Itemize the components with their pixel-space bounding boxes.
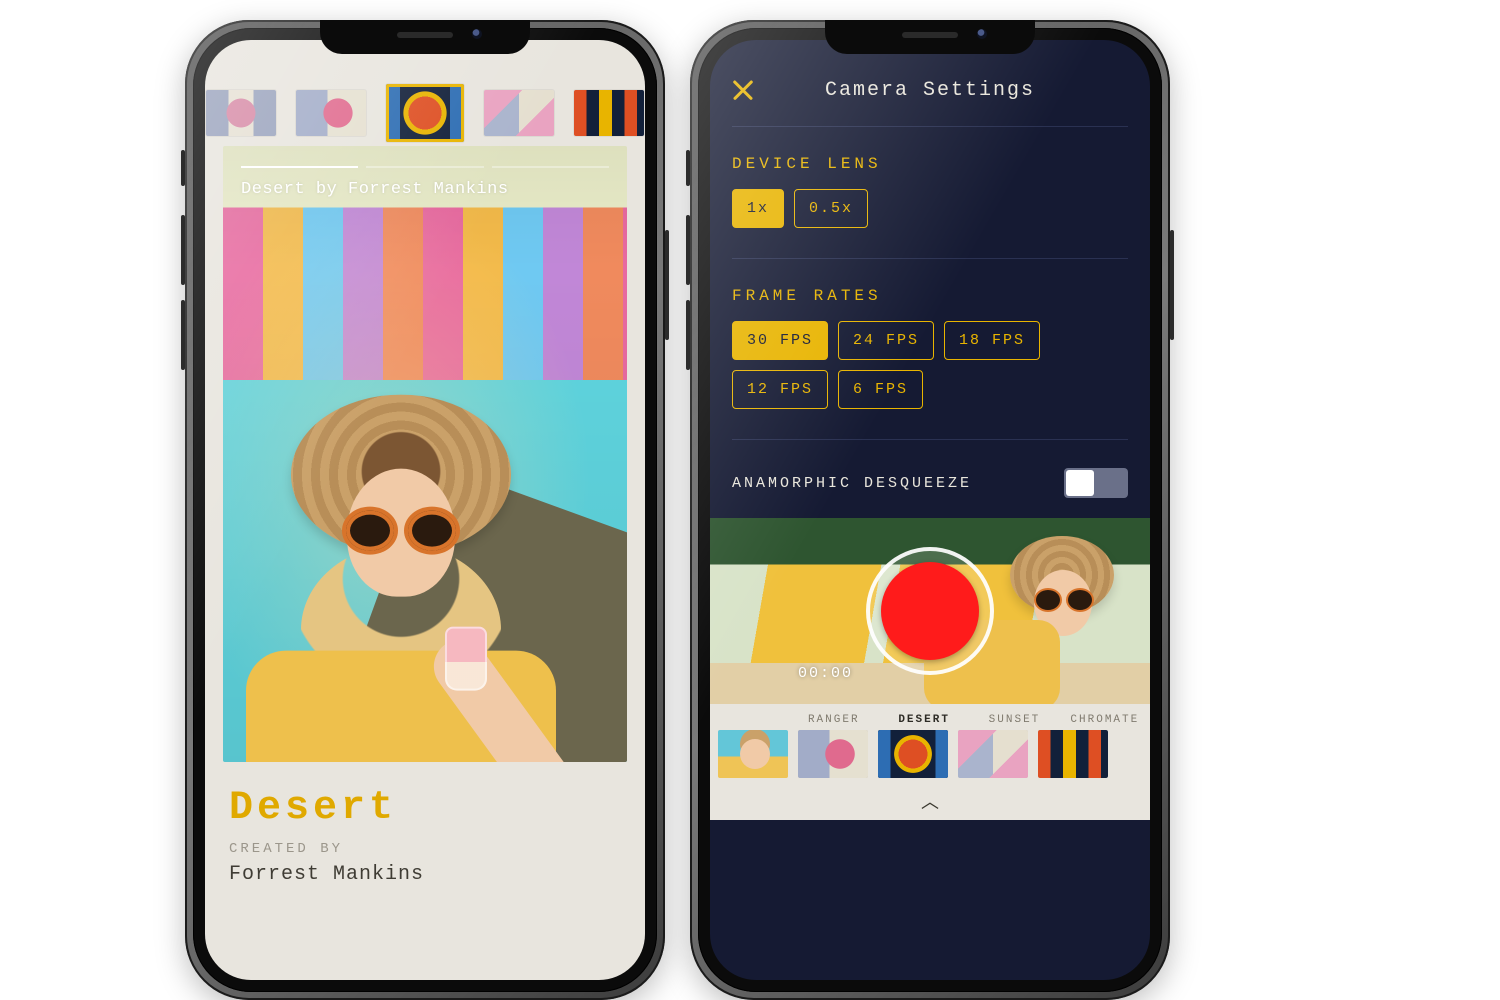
filmstrip-swatch-sunset[interactable] xyxy=(958,730,1028,778)
filter-swatch-b[interactable] xyxy=(296,90,366,136)
filmstrip-spacer xyxy=(710,714,789,726)
label-desert[interactable]: DESERT xyxy=(879,714,969,726)
sunglasses-icon xyxy=(346,511,456,551)
settings-title: Camera Settings xyxy=(825,79,1035,102)
fps-18-chip[interactable]: 18 FPS xyxy=(944,321,1040,360)
close-icon[interactable] xyxy=(730,77,756,103)
filmstrip-swatch-chromate[interactable] xyxy=(1038,730,1108,778)
filter-swatch-e[interactable] xyxy=(574,90,644,136)
lens-1x-chip[interactable]: 1x xyxy=(732,189,784,228)
viewfinder-subject xyxy=(986,536,1136,696)
filter-meta: Desert CREATED BY Forrest Mankins xyxy=(205,762,645,926)
hero-caption-bar: Desert by Forrest Mankins xyxy=(223,146,627,199)
chevron-up-icon[interactable]: ︿ xyxy=(710,788,1150,820)
filmstrip-swatch-ranger[interactable] xyxy=(798,730,868,778)
mute-switch xyxy=(686,150,690,186)
fps-24-chip[interactable]: 24 FPS xyxy=(838,321,934,360)
section-device-lens: DEVICE LENS 1x 0.5x xyxy=(710,127,1150,228)
device-lens-options: 1x 0.5x xyxy=(732,189,1128,228)
lens-0_5x-chip[interactable]: 0.5x xyxy=(794,189,868,228)
toggle-knob xyxy=(1066,470,1094,496)
filter-swatch-d[interactable] xyxy=(484,90,554,136)
camera-viewfinder: 00:00 xyxy=(710,518,1150,704)
mute-switch xyxy=(181,150,185,186)
notch xyxy=(320,20,530,54)
record-button[interactable] xyxy=(866,547,994,675)
fps-12-chip[interactable]: 12 FPS xyxy=(732,370,828,409)
filter-swatch-a[interactable] xyxy=(206,90,276,136)
creator-name: Forrest Mankins xyxy=(229,863,621,886)
fps-6-chip[interactable]: 6 FPS xyxy=(838,370,923,409)
volume-down xyxy=(181,300,185,370)
section-frame-rates: FRAME RATES 30 FPS 24 FPS 18 FPS 12 FPS … xyxy=(710,259,1150,409)
filmstrip-labels: RANGER DESERT SUNSET CHROMATE xyxy=(710,710,1150,728)
power-button xyxy=(1170,230,1174,340)
created-by-label: CREATED BY xyxy=(229,841,621,857)
hero-figure-drink xyxy=(445,627,487,691)
label-ranger[interactable]: RANGER xyxy=(789,714,879,726)
phone-mockup-left: Desert by Forrest Mankins Desert CREATED… xyxy=(185,20,665,1000)
phone-mockup-right: Camera Settings DEVICE LENS 1x 0.5x FRAM… xyxy=(690,20,1170,1000)
filter-swatch-desert-selected[interactable] xyxy=(386,84,464,142)
hero-caption-text: Desert by Forrest Mankins xyxy=(241,180,509,199)
filmstrip-live-preview[interactable] xyxy=(718,730,788,778)
story-progress xyxy=(241,166,609,168)
volume-up xyxy=(686,215,690,285)
screen-filter-detail: Desert by Forrest Mankins Desert CREATED… xyxy=(205,40,645,980)
notch xyxy=(825,20,1035,54)
volume-down xyxy=(686,300,690,370)
filmstrip-swatch-desert-selected[interactable] xyxy=(878,730,948,778)
filter-title: Desert xyxy=(229,786,621,831)
frame-rate-options: 30 FPS 24 FPS 18 FPS 12 FPS 6 FPS xyxy=(732,321,1128,409)
frame-rates-label: FRAME RATES xyxy=(732,287,1128,305)
record-icon xyxy=(881,562,979,660)
filter-filmstrip: RANGER DESERT SUNSET CHROMATE xyxy=(710,704,1150,820)
power-button xyxy=(665,230,669,340)
anamorphic-row: ANAMORPHIC DESQUEEZE xyxy=(710,440,1150,516)
fps-30-chip[interactable]: 30 FPS xyxy=(732,321,828,360)
anamorphic-label: ANAMORPHIC DESQUEEZE xyxy=(732,475,972,492)
device-lens-label: DEVICE LENS xyxy=(732,155,1128,173)
filter-hero-image: Desert by Forrest Mankins xyxy=(223,146,627,762)
sunglasses-icon xyxy=(1036,590,1092,610)
filmstrip-items[interactable] xyxy=(710,728,1150,788)
record-timecode: 00:00 xyxy=(798,665,853,682)
label-sunset[interactable]: SUNSET xyxy=(969,714,1059,726)
hero-figure xyxy=(291,395,511,555)
volume-up xyxy=(181,215,185,285)
filter-swatch-strip[interactable] xyxy=(205,80,645,146)
settings-header: Camera Settings xyxy=(710,54,1150,126)
label-chromate[interactable]: CHROMATE xyxy=(1060,714,1150,726)
screen-camera-settings: Camera Settings DEVICE LENS 1x 0.5x FRAM… xyxy=(710,40,1150,980)
anamorphic-toggle[interactable] xyxy=(1064,468,1128,498)
